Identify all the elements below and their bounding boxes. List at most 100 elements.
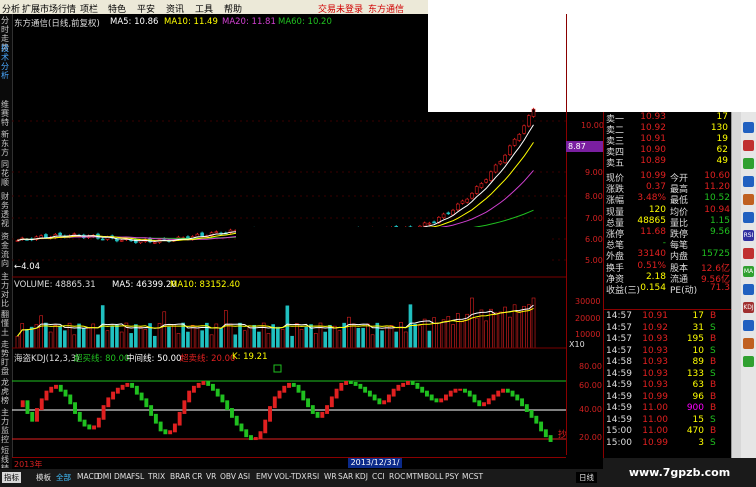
tick-time: 14:57 [606,311,632,321]
tab-capital-flow[interactable]: 资金流向 [1,232,11,268]
tool-icon[interactable] [743,320,754,331]
indicator-tab[interactable]: TRIX [148,472,165,481]
tool-icon[interactable] [743,284,754,295]
indicator-tab[interactable]: RSI [307,472,319,481]
ask-price[interactable]: 10.91 [634,134,666,144]
indicator-tab[interactable]: BOLL [424,472,443,481]
tab-main-compare[interactable]: 主力对比 [1,272,11,308]
indicator-tab[interactable]: PSY [445,472,459,481]
indicator-tab[interactable]: FSL [131,472,144,481]
volume-bar [219,327,223,349]
tool-icon[interactable] [743,248,754,259]
kdj-button[interactable]: KDJ [743,302,754,313]
price-axis: 10.00 9.00 8.00 7.00 6.00 5.00 30000 200… [566,14,604,455]
volume-axis-label: 10000 [575,330,601,339]
tick-side: B [710,334,717,344]
kdj-bar [35,408,39,422]
indicator-tab[interactable]: VR [206,472,216,481]
kdj-bar [415,382,420,389]
tool-icon[interactable] [743,194,754,205]
kdj-bar [358,383,363,389]
indicator-tab[interactable]: OBV [220,472,236,481]
ask-price[interactable]: 10.93 [634,112,666,122]
tool-icon[interactable] [743,212,754,223]
kdj-axis-label: 60.00 [579,381,602,390]
tool-icon[interactable] [743,338,754,349]
kdj-bar [77,411,82,422]
indicator-tab[interactable]: ASI [238,472,250,481]
kdj-bar [239,423,244,432]
stat-value: 0.154 [640,283,666,293]
candle-body [119,240,124,242]
tab-technical[interactable]: 技术分析 [1,44,11,88]
indicator-tab[interactable]: ROC [389,472,405,481]
indicator-tab[interactable]: EMV [256,472,272,481]
kdj-title: 海盗KDJ(12,3,3) [14,354,80,364]
tool-icon[interactable] [743,122,754,133]
tool-icon[interactable] [743,356,754,367]
candle-body [512,138,517,146]
stat-value: 10.94 [704,204,730,215]
tab-finance[interactable]: 财务透视 [1,192,11,228]
ask-price[interactable]: 10.89 [634,156,666,166]
indicator-tab[interactable]: WR [324,472,337,481]
kdj-bar [268,406,272,422]
volume-bar [105,330,110,349]
tab-fandong[interactable]: 翻懂土 [1,310,11,338]
tool-icon[interactable] [743,158,754,169]
kdj-bar [54,384,58,389]
kdj-marker-icon [273,364,282,373]
volume-unit: X10 [569,340,585,349]
kdj-axis-label: 20.00 [579,433,602,442]
volume-bar [129,333,133,349]
side-toolbar: RSI MA KDJ [741,112,756,469]
kline-chart-area[interactable] [12,14,566,457]
indicator-tab[interactable]: SAR [338,472,353,481]
candle-body [422,222,427,227]
tab-dragon-tiger[interactable]: 龙虎榜 [1,378,11,406]
kdj-bar [453,388,458,393]
tab-short-line[interactable]: 短线精灵 [1,446,11,468]
tab-weisaite[interactable]: 维赛特 [1,100,11,128]
rsi-button[interactable]: RSI [743,230,754,241]
volume-bar [470,297,474,349]
tab-intraday[interactable]: 分时走势 [1,16,11,52]
indicator-tab[interactable]: CCI [372,472,385,481]
indicator-tab[interactable]: BRAR [170,472,190,481]
tab-main-monitor[interactable]: 主力监控 [1,408,11,444]
volume-bar [351,323,356,349]
candle-body [432,221,436,224]
indicator-tab[interactable]: MTM [406,472,424,481]
tool-icon[interactable] [743,140,754,151]
tab-new-oriental[interactable]: 新东方 [1,130,11,158]
indicator-tab[interactable]: KDJ [355,472,368,481]
indicator-tab[interactable]: CR [192,472,202,481]
tab-tonghuashun[interactable]: 同花顺 [1,160,11,188]
kdj-bar [334,388,339,399]
candle-body [44,234,48,239]
tick-time: 15:00 [606,437,632,448]
volume-bar [39,315,43,349]
indicator-tab[interactable]: DMI [97,472,111,481]
indicator-tab[interactable]: DMA [114,472,131,481]
tab-watch[interactable]: 走势盯盘 [1,340,11,376]
period-selector[interactable]: 日线 [576,472,597,483]
tool-icon[interactable] [743,176,754,187]
indicator-tab[interactable]: 指标 [2,472,21,483]
candle-body [498,161,503,165]
candle-body [503,154,507,163]
kdj-bar [106,397,111,408]
volume-bar [138,326,143,349]
indicator-tab[interactable]: VOL-TDX [274,472,306,481]
chart-title: 东方通信(日线,前复权) [14,19,100,29]
volume-bar [451,324,455,349]
indicator-tab[interactable]: MCST [462,472,483,481]
indicator-tab[interactable]: 全部 [56,472,71,483]
volume-axis-label: 30000 [575,297,601,306]
ask-price[interactable]: 10.92 [634,123,666,133]
indicator-tab[interactable]: 模板 [36,472,51,483]
kdj-bar [543,429,548,438]
ask-price[interactable]: 10.90 [634,145,666,155]
ma-button[interactable]: MA [743,266,754,277]
kdj-bar [539,421,544,432]
